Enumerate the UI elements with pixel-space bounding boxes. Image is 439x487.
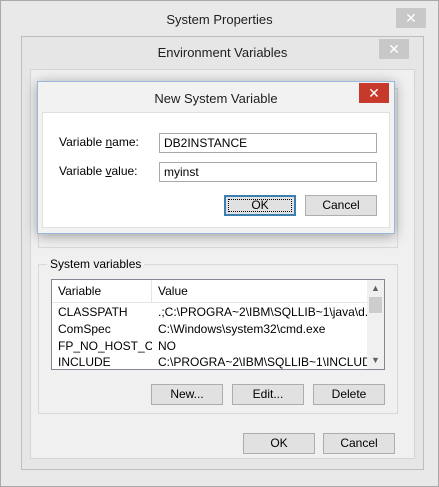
environment-variables-close-button[interactable]: ✕	[379, 39, 409, 59]
system-properties-close-button[interactable]: ✕	[396, 8, 426, 28]
variable-name-label: Variable name:	[59, 135, 139, 149]
delete-variable-button[interactable]: Delete	[313, 384, 385, 405]
new-system-variable-title: New System Variable	[154, 91, 278, 106]
variable-value-field[interactable]: myinst	[159, 162, 377, 182]
scroll-down-arrow-icon[interactable]: ▼	[367, 352, 384, 369]
environment-variables-title: Environment Variables	[157, 45, 288, 60]
value-cell: NO	[158, 339, 176, 353]
label-text: Variable	[59, 164, 106, 178]
value-cell: C:\Windows\system32\cmd.exe	[158, 322, 326, 336]
label-text: alue:	[111, 164, 138, 178]
label-text: Variable	[59, 135, 106, 149]
list-header: Variable Value	[52, 280, 367, 303]
variable-value-label: Variable value:	[59, 164, 138, 178]
system-variables-list[interactable]: Variable Value CLASSPATH .;C:\PROGRA~2\I…	[51, 279, 385, 370]
new-variable-cancel-button[interactable]: Cancel	[305, 195, 377, 216]
new-system-variable-dialog: New System Variable ✕ Variable name: DB2…	[37, 81, 395, 234]
table-row[interactable]: ComSpec C:\Windows\system32\cmd.exe	[52, 321, 367, 338]
scrollbar-thumb[interactable]	[369, 297, 382, 313]
variable-cell: ComSpec	[58, 322, 111, 336]
edit-variable-button[interactable]: Edit...	[232, 384, 304, 405]
system-properties-title: System Properties	[166, 12, 273, 27]
variable-cell: FP_NO_HOST_C...	[58, 339, 152, 353]
variable-name-field[interactable]: DB2INSTANCE	[159, 133, 377, 153]
variable-cell: INCLUDE	[58, 355, 111, 369]
column-header-variable[interactable]: Variable	[52, 280, 151, 302]
environment-cancel-button[interactable]: Cancel	[323, 433, 395, 454]
variable-cell: CLASSPATH	[58, 305, 128, 319]
table-row[interactable]: FP_NO_HOST_C... NO	[52, 338, 367, 355]
system-variables-label: System variables	[47, 257, 145, 271]
close-icon: ✕	[405, 9, 417, 26]
environment-ok-button[interactable]: OK	[243, 433, 315, 454]
label-text: ame:	[112, 135, 139, 149]
column-header-value[interactable]: Value	[152, 280, 367, 302]
close-icon: ✕	[368, 84, 380, 101]
close-icon: ✕	[388, 40, 400, 57]
new-system-variable-close-button[interactable]: ✕	[359, 83, 389, 103]
new-variable-button[interactable]: New...	[151, 384, 223, 405]
focus-rectangle	[228, 199, 292, 212]
table-row[interactable]: CLASSPATH .;C:\PROGRA~2\IBM\SQLLIB~1\jav…	[52, 304, 367, 321]
vertical-scrollbar[interactable]: ▲ ▼	[367, 280, 384, 369]
value-cell: .;C:\PROGRA~2\IBM\SQLLIB~1\java\d...	[158, 305, 367, 319]
table-row[interactable]: INCLUDE C:\PROGRA~2\IBM\SQLLIB~1\INCLUDE…	[52, 354, 367, 369]
scroll-up-arrow-icon[interactable]: ▲	[367, 280, 384, 297]
value-cell: C:\PROGRA~2\IBM\SQLLIB~1\INCLUDE...	[158, 355, 367, 369]
new-system-variable-body: Variable name: DB2INSTANCE Variable valu…	[42, 112, 390, 228]
new-variable-ok-button[interactable]: OK	[224, 195, 296, 216]
